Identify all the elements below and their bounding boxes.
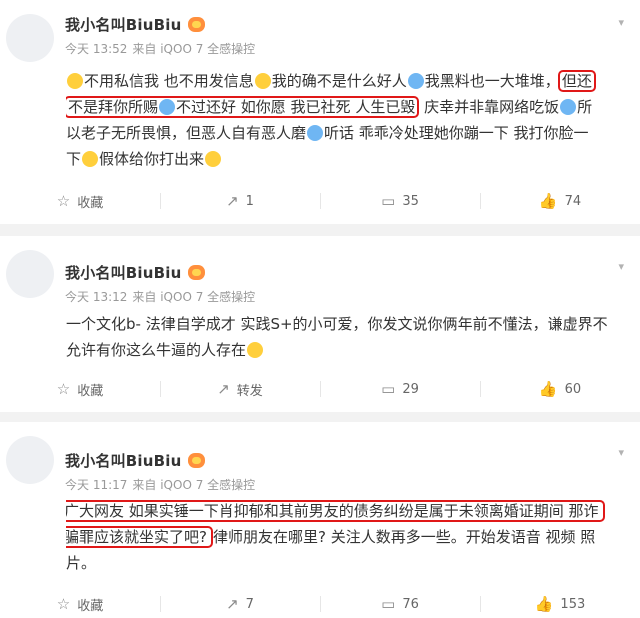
thumbs-up-icon: 👍 — [538, 191, 558, 210]
author-name[interactable]: 我小名叫BiuBiu — [65, 14, 260, 34]
post-time: 今天 13:12 — [65, 290, 128, 304]
emoji-icon — [159, 99, 176, 115]
comment-icon: ▭ — [381, 379, 396, 398]
repost-icon: ↗ — [217, 379, 230, 398]
post-meta: 今天 11:17 来自 iQOO 7 全感操控 — [65, 476, 260, 492]
favorite-button[interactable]: ☆ 收藏 — [0, 370, 160, 408]
text-line: 片。 — [66, 554, 97, 572]
highlight-box: 但还 — [557, 70, 596, 92]
highlight-box: 不是拜你所赐 不过还好 如你愿 我已社死 人生已毁 — [66, 96, 420, 118]
text-line: 骗罪应该就坐实了吧? 律师朋友在哪里? 关注人数再多一些。开始发语音 视频 照 — [66, 524, 632, 550]
avatar[interactable] — [6, 250, 54, 298]
chevron-down-icon[interactable]: ▾ — [618, 16, 624, 29]
vip-badge-icon — [187, 16, 205, 32]
comment-icon: ▭ — [381, 191, 396, 210]
author-name[interactable]: 我小名叫BiuBiu — [65, 262, 260, 282]
favorite-button[interactable]: ☆ 收藏 — [0, 182, 160, 220]
emoji-icon — [560, 99, 577, 115]
text-line: 不是拜你所赐 不过还好 如你愿 我已社死 人生已毁 庆幸并非靠网络吃饭所 — [66, 94, 632, 120]
comment-button[interactable]: ▭ 29 — [320, 370, 480, 408]
post-card: 我小名叫BiuBiu 今天 11:17 来自 iQOO 7 全感操控 ▾ 广大网友… — [0, 422, 640, 618]
post-time: 今天 11:17 — [65, 478, 128, 492]
post-text: 不用私信我 也不用发信息 我的确不是什么好人 我黑料也一大堆堆， 但还 不是拜你所赐不… — [66, 68, 632, 172]
avatar[interactable] — [6, 14, 54, 62]
post-source: 来自 iQOO 7 全感操控 — [132, 290, 256, 304]
text-line: 不用私信我 也不用发信息 我的确不是什么好人 我黑料也一大堆堆， 但还 — [66, 68, 632, 94]
post-meta: 今天 13:12 来自 iQOO 7 全感操控 — [65, 288, 260, 304]
post-header: 我小名叫BiuBiu 今天 13:52 来自 iQOO 7 全感操控 — [65, 14, 260, 57]
post-header: 我小名叫BiuBiu 今天 13:12 来自 iQOO 7 全感操控 — [65, 262, 260, 305]
star-icon: ☆ — [56, 594, 71, 613]
emoji-icon — [205, 151, 222, 167]
thumbs-up-icon: 👍 — [534, 594, 554, 613]
thumbs-up-icon: 👍 — [538, 379, 558, 398]
action-bar: ☆ 收藏 ↗ 7 ▭ 76 👍 153 — [0, 585, 640, 618]
repost-icon: ↗ — [226, 191, 239, 210]
action-bar: ☆ 收藏 ↗ 转发 ▭ 29 👍 60 — [0, 370, 640, 408]
vip-badge-icon — [187, 452, 205, 468]
chevron-down-icon[interactable]: ▾ — [618, 446, 624, 459]
star-icon: ☆ — [56, 379, 71, 398]
favorite-button[interactable]: ☆ 收藏 — [0, 585, 160, 618]
text-line: 一个文化b- 法律自学成才 实践S+的小可爱，你发文说你俩年前不懂法，谦虚界不 — [66, 315, 608, 333]
highlight-box: 广大网友 如果实锤一下肖抑郁和其前男友的债务纠纷是属于未领离婚证期间 那诈 — [66, 500, 605, 522]
emoji-icon — [307, 125, 324, 141]
text-line: 允许有你这么牛逼的人存在 — [66, 337, 632, 363]
weibo-feed: 我小名叫BiuBiu 今天 13:52 来自 iQOO 7 全感操控 ▾ 不用私信… — [0, 0, 640, 618]
repost-icon: ↗ — [226, 594, 239, 613]
emoji-icon — [407, 73, 424, 89]
action-bar: ☆ 收藏 ↗ 1 ▭ 35 👍 74 — [0, 182, 640, 220]
post-source: 来自 iQOO 7 全感操控 — [132, 478, 256, 492]
like-button[interactable]: 👍 153 — [480, 585, 640, 618]
text-line: 广大网友 如果实锤一下肖抑郁和其前男友的债务纠纷是属于未领离婚证期间 那诈 — [66, 498, 632, 524]
repost-button[interactable]: ↗ 7 — [160, 585, 320, 618]
emoji-icon — [82, 151, 99, 167]
emoji-icon — [247, 342, 264, 358]
comment-icon: ▭ — [381, 594, 396, 613]
avatar[interactable] — [6, 436, 54, 484]
comment-button[interactable]: ▭ 76 — [320, 585, 480, 618]
emoji-icon — [67, 73, 83, 89]
highlight-box: 骗罪应该就坐实了吧? — [66, 526, 213, 548]
author-name[interactable]: 我小名叫BiuBiu — [65, 450, 260, 470]
text-line: 以老子无所畏惧，但恶人自有恶人磨 听话 乖乖冷处理她你蹦一下 我打你脸一 — [66, 124, 589, 142]
like-button[interactable]: 👍 74 — [480, 182, 640, 220]
post-time: 今天 13:52 — [65, 42, 128, 56]
star-icon: ☆ — [56, 191, 71, 210]
post-source: 来自 iQOO 7 全感操控 — [132, 42, 256, 56]
post-text: 一个文化b- 法律自学成才 实践S+的小可爱，你发文说你俩年前不懂法，谦虚界不 … — [66, 311, 632, 363]
emoji-icon — [254, 73, 271, 89]
repost-button[interactable]: ↗ 转发 — [160, 370, 320, 408]
post-meta: 今天 13:52 来自 iQOO 7 全感操控 — [65, 40, 260, 56]
repost-button[interactable]: ↗ 1 — [160, 182, 320, 220]
text-line: 下假体给你打出来 — [66, 146, 632, 172]
post-card: 我小名叫BiuBiu 今天 13:52 来自 iQOO 7 全感操控 ▾ 不用私信… — [0, 0, 640, 224]
like-button[interactable]: 👍 60 — [480, 370, 640, 408]
post-text: 广大网友 如果实锤一下肖抑郁和其前男友的债务纠纷是属于未领离婚证期间 那诈 骗罪… — [66, 498, 632, 576]
vip-badge-icon — [187, 264, 205, 280]
post-header: 我小名叫BiuBiu 今天 11:17 来自 iQOO 7 全感操控 — [65, 450, 260, 493]
comment-button[interactable]: ▭ 35 — [320, 182, 480, 220]
post-card: 我小名叫BiuBiu 今天 13:12 来自 iQOO 7 全感操控 ▾ 一个文化… — [0, 236, 640, 412]
chevron-down-icon[interactable]: ▾ — [618, 260, 624, 273]
